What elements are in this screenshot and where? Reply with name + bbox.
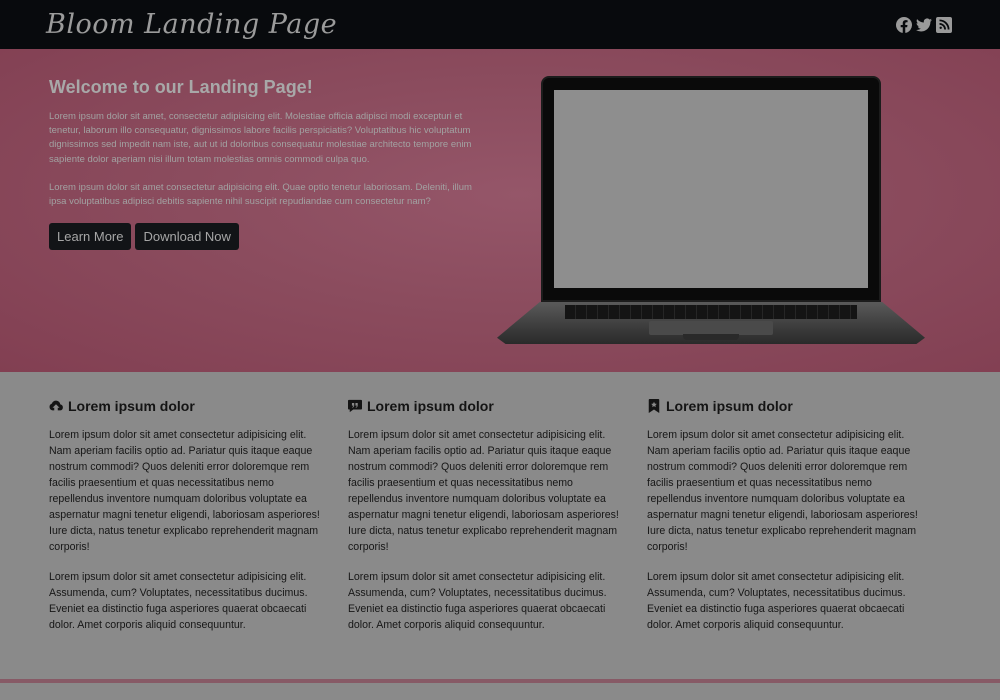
feature-paragraph: Lorem ipsum dolor sit amet consectetur a… — [348, 429, 619, 553]
hero-paragraph: Lorem ipsum dolor sit amet consectetur a… — [49, 181, 472, 208]
social-links — [896, 16, 952, 33]
rss-icon[interactable] — [936, 16, 952, 33]
laptop-image — [497, 76, 925, 348]
hero-title: Welcome to our Landing Page! — [49, 77, 313, 97]
feature-paragraph: Lorem ipsum dolor sit amet consectetur a… — [647, 571, 906, 631]
feature-paragraph: Lorem ipsum dolor sit amet consectetur a… — [49, 571, 308, 631]
bookmark-icon — [648, 399, 660, 413]
navbar: Bloom Landing Page — [0, 0, 1000, 49]
features-section: Lorem ipsum dolor Lorem ipsum dolor sit … — [0, 372, 1000, 680]
laptop-screen — [554, 90, 868, 288]
feature-paragraph: Lorem ipsum dolor sit amet consectetur a… — [348, 571, 607, 631]
hero-buttons: Learn More Download Now — [49, 223, 479, 251]
feature-header: Lorem ipsum dolor — [348, 398, 630, 414]
feature-paragraph: Lorem ipsum dolor sit amet consectetur a… — [49, 429, 320, 553]
laptop-notch — [683, 334, 739, 340]
hero-text: Welcome to our Landing Page! Lorem ipsum… — [49, 77, 479, 251]
feature-header: Lorem ipsum dolor — [647, 398, 929, 414]
laptop-lid — [541, 76, 881, 302]
feature-column: Lorem ipsum dolor Lorem ipsum dolor sit … — [49, 398, 331, 647]
cloud-upload-icon — [49, 400, 63, 411]
feature-column: Lorem ipsum dolor Lorem ipsum dolor sit … — [647, 398, 929, 647]
footer-area — [0, 683, 1000, 700]
laptop-keyboard — [565, 305, 857, 319]
learn-more-button[interactable]: Learn More — [49, 223, 132, 251]
feature-title: Lorem ipsum dolor — [666, 398, 793, 414]
hero-section: Welcome to our Landing Page! Lorem ipsum… — [0, 49, 1000, 372]
feature-column: Lorem ipsum dolor Lorem ipsum dolor sit … — [348, 398, 630, 647]
feature-title: Lorem ipsum dolor — [367, 398, 494, 414]
feature-header: Lorem ipsum dolor — [49, 398, 331, 414]
feature-paragraph: Lorem ipsum dolor sit amet consectetur a… — [647, 429, 918, 553]
brand-logo[interactable]: Bloom Landing Page — [46, 9, 337, 40]
hero-paragraph: Lorem ipsum dolor sit amet, consectetur … — [49, 111, 472, 165]
laptop-trackpad — [649, 321, 773, 335]
facebook-icon[interactable] — [896, 16, 912, 33]
feature-title: Lorem ipsum dolor — [68, 398, 195, 414]
download-now-button[interactable]: Download Now — [135, 223, 239, 251]
comment-quote-icon — [348, 399, 362, 413]
twitter-icon[interactable] — [916, 17, 932, 33]
